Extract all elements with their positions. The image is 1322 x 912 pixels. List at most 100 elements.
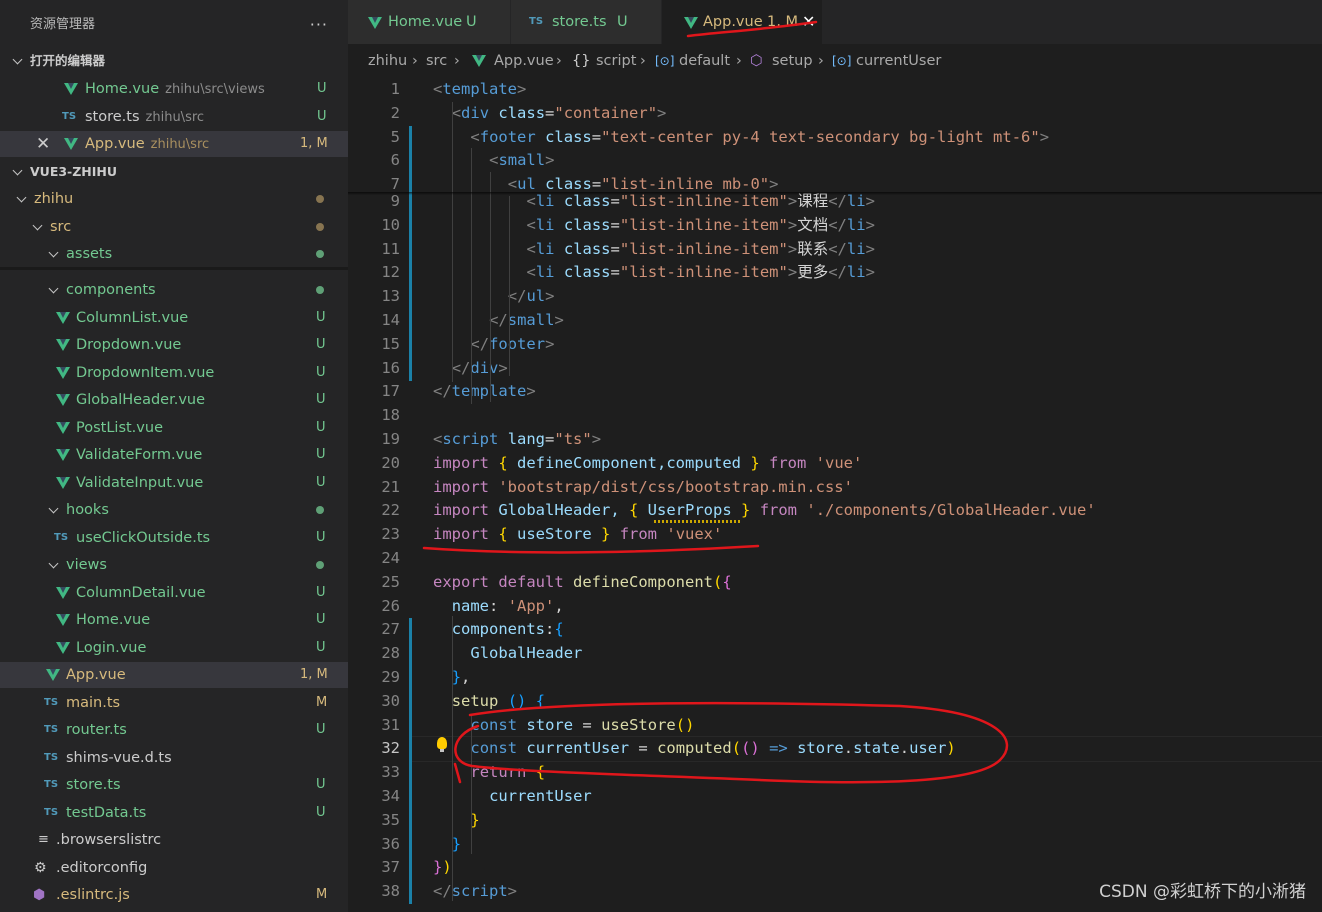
code-token: <: [470, 127, 480, 146]
breadcrumb-item[interactable]: currentUser: [856, 44, 941, 78]
file-item[interactable]: ValidateInput.vue U: [0, 470, 348, 496]
tab-store-ts[interactable]: TS store.ts U: [511, 0, 661, 44]
folder-item[interactable]: views: [0, 552, 348, 578]
breadcrumb-item[interactable]: zhihu: [368, 44, 407, 78]
line-number: 31: [381, 715, 400, 734]
breadcrumb-item[interactable]: setup: [772, 44, 813, 78]
code-line[interactable]: 28 GlobalHeader: [348, 642, 1322, 667]
code-line[interactable]: 6 <small>: [348, 149, 1322, 174]
chevron-right-icon: ›: [640, 53, 646, 69]
code-line[interactable]: 11 <li class="list-inline-item">联系</li>: [348, 237, 1322, 262]
code-line[interactable]: 29},: [348, 666, 1322, 690]
code-line[interactable]: 13 </ul>: [348, 285, 1322, 310]
code-line[interactable]: 10 <li class="list-inline-item">文档</li>: [348, 213, 1322, 238]
file-item[interactable]: ⬢ .eslintrc.js M: [0, 882, 348, 908]
code-token: >: [787, 263, 798, 282]
file-item[interactable]: ColumnList.vue U: [0, 305, 348, 331]
tab-status: U: [617, 14, 628, 30]
file-item[interactable]: TS store.ts U: [0, 772, 348, 798]
file-item[interactable]: Dropdown.vue U: [0, 332, 348, 358]
code-token: "ts": [554, 430, 592, 448]
code-line[interactable]: 22 import GlobalHeader, { UserProps } fro…: [348, 499, 1322, 523]
git-gutter-modified: [409, 808, 412, 833]
open-editors-header[interactable]: 打开的编辑器: [0, 48, 348, 74]
code-token: >: [498, 358, 508, 377]
code-line[interactable]: 24: [348, 547, 1322, 571]
folder-item[interactable]: zhihu: [0, 186, 348, 212]
code-token: useStore: [507, 525, 602, 544]
file-item[interactable]: ≡ .browserslistrc: [0, 827, 348, 853]
explorer-title: 资源管理器 ···: [0, 0, 348, 50]
code-line[interactable]: 1 <template>: [348, 78, 1322, 102]
tab-app-vue[interactable]: App.vue 1, M ✕: [662, 0, 822, 44]
code-line[interactable]: 2 <div class="container">: [348, 102, 1322, 126]
tab-home-vue[interactable]: Home.vue U: [348, 0, 510, 44]
code-line[interactable]: 32 const currentUser = computed(() => sto…: [348, 737, 1322, 762]
code-editor[interactable]: 1 <template> 2 <div class="container"> 5 <foo…: [348, 78, 1322, 912]
file-item[interactable]: ColumnDetail.vue U: [0, 580, 348, 606]
folder-item[interactable]: assets: [0, 241, 348, 267]
breadcrumb-item[interactable]: App.vue: [494, 44, 554, 78]
open-editor-item[interactable]: Home.vue zhihu\src\views U: [0, 76, 348, 102]
file-item[interactable]: App.vue 1, M: [0, 662, 348, 688]
code-line[interactable]: 35}: [348, 808, 1322, 833]
file-item[interactable]: ValidateForm.vue U: [0, 442, 348, 468]
tab-label: Home.vue: [388, 14, 463, 30]
code-line[interactable]: 34 currentUser: [348, 785, 1322, 809]
code-line[interactable]: 19 <script lang="ts">: [348, 428, 1322, 452]
code-line[interactable]: 27 components:{: [348, 618, 1322, 643]
file-item[interactable]: Home.vue U: [0, 607, 348, 633]
folder-item[interactable]: hooks: [0, 497, 348, 523]
code-line[interactable]: 23 import { useStore } from 'vuex': [348, 523, 1322, 547]
code-line[interactable]: 33 return {: [348, 761, 1322, 786]
code-line[interactable]: 12 <li class="list-inline-item">更多</li>: [348, 261, 1322, 286]
folder-item[interactable]: components: [0, 277, 348, 303]
close-icon[interactable]: ✕: [36, 131, 50, 157]
project-header[interactable]: VUE3-ZHIHU: [0, 159, 348, 185]
code-token: footer: [489, 334, 546, 353]
lightbulb-icon[interactable]: [437, 737, 447, 752]
file-item[interactable]: TS main.ts M: [0, 690, 348, 716]
file-item[interactable]: TS router.ts U: [0, 717, 348, 743]
breadcrumb-item[interactable]: script: [596, 44, 636, 78]
line-number: 17: [381, 382, 400, 401]
code-line[interactable]: 18: [348, 404, 1322, 428]
ts-file-icon: TS: [44, 779, 59, 790]
git-status: U: [316, 447, 326, 462]
more-actions-icon[interactable]: ···: [310, 0, 328, 50]
code-line[interactable]: 25 export default defineComponent({: [348, 571, 1322, 595]
code-line[interactable]: 16 </div>: [348, 356, 1322, 381]
folder-item[interactable]: src: [0, 214, 348, 240]
code-token: li: [846, 263, 866, 282]
code-line[interactable]: 14 </small>: [348, 309, 1322, 333]
code-line[interactable]: 21 import 'bootstrap/dist/css/bootstrap.m…: [348, 476, 1322, 500]
code-token: class: [563, 263, 611, 282]
file-item[interactable]: GlobalHeader.vue U: [0, 387, 348, 413]
file-item[interactable]: TS useClickOutside.ts U: [0, 525, 348, 551]
open-editor-item[interactable]: TS store.ts zhihu\src U: [0, 104, 348, 130]
file-item[interactable]: DropdownItem.vue U: [0, 360, 348, 386]
code-line[interactable]: 30 setup () {: [348, 689, 1322, 714]
open-editor-item-active[interactable]: ✕ App.vue zhihu\src 1, M: [0, 131, 348, 157]
git-status: U: [316, 805, 326, 820]
git-gutter-modified: [409, 737, 412, 762]
file-item[interactable]: TS shims-vue.d.ts: [0, 745, 348, 771]
file-item[interactable]: TS testData.ts U: [0, 800, 348, 826]
breadcrumb-item[interactable]: default: [679, 44, 730, 78]
code-line[interactable]: 5 <footer class="text-center py-4 text-se…: [348, 125, 1322, 150]
file-item[interactable]: Login.vue U: [0, 635, 348, 661]
code-line[interactable]: 15 </footer>: [348, 332, 1322, 357]
breadcrumb-item[interactable]: src: [426, 44, 447, 78]
file-item[interactable]: PostList.vue U: [0, 415, 348, 441]
code-line[interactable]: 20 import { defineComponent,computed } fr…: [348, 452, 1322, 476]
code-line[interactable]: 36}: [348, 832, 1322, 857]
file-item[interactable]: ⚙ .editorconfig: [0, 855, 348, 881]
code-line[interactable]: 26 name: 'App',: [348, 595, 1322, 619]
close-icon[interactable]: ✕: [802, 0, 815, 44]
code-line[interactable]: 31 const store = useStore(): [348, 713, 1322, 738]
file-name: .eslintrc.js: [56, 887, 130, 903]
code-token: >: [1039, 127, 1050, 146]
code-line[interactable]: 17 </template>: [348, 380, 1322, 404]
code-token: }: [451, 668, 462, 686]
